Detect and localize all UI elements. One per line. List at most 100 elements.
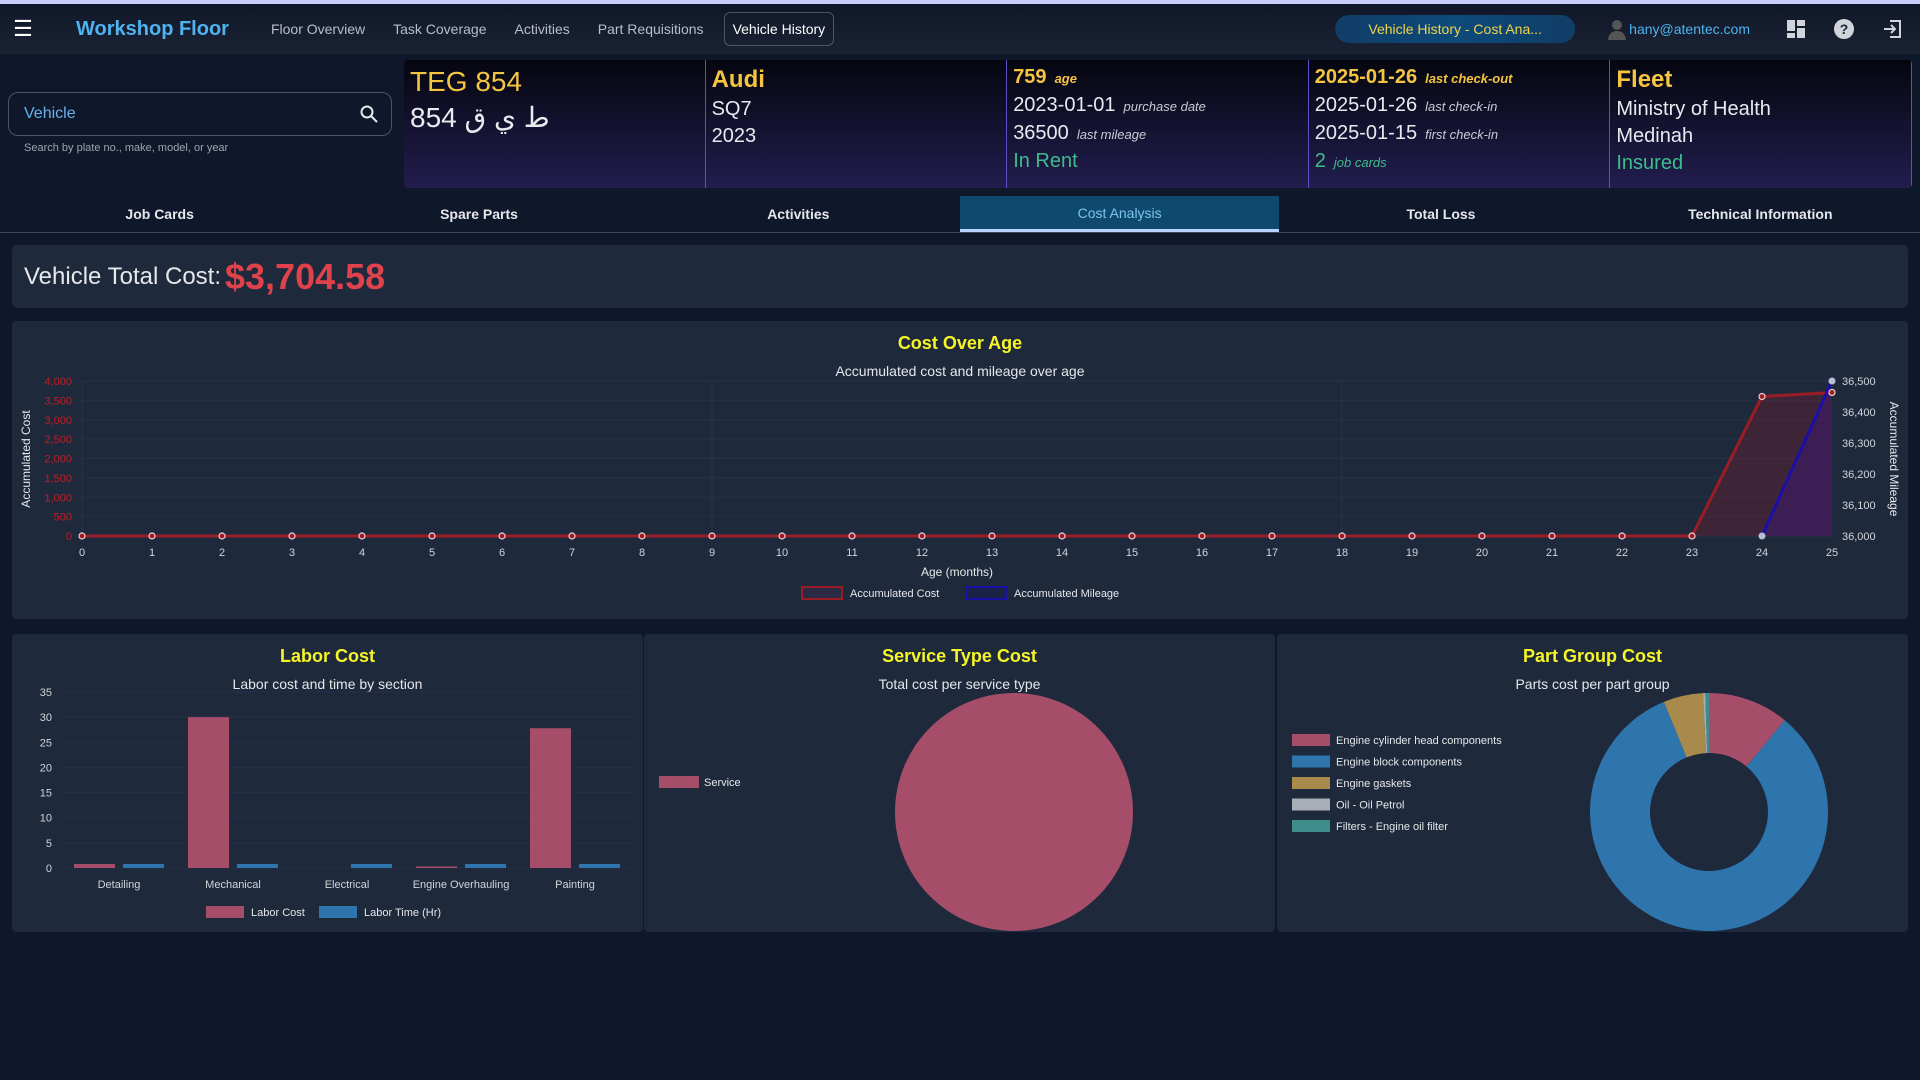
x-tick-label: 23 bbox=[1686, 547, 1698, 559]
x-tick-label: 16 bbox=[1196, 547, 1208, 559]
y-tick-label: 0 bbox=[46, 863, 52, 875]
nav-vehicle-history[interactable]: Vehicle History bbox=[723, 12, 835, 46]
cost-point bbox=[1408, 532, 1416, 540]
help-button[interactable]: ? bbox=[1824, 9, 1864, 49]
x-tick-label: Detailing bbox=[98, 879, 141, 891]
context-pill[interactable]: Vehicle History - Cost Ana... bbox=[1335, 15, 1576, 43]
cost-point bbox=[358, 532, 366, 540]
plate-english: TEG 854 bbox=[410, 66, 523, 97]
first-checkin-value: 2025-01-15 bbox=[1314, 122, 1418, 144]
last-checkout-label: last check-out bbox=[1425, 71, 1513, 86]
nav-activities[interactable]: Activities bbox=[507, 13, 578, 45]
x-tick-label: 18 bbox=[1336, 547, 1348, 559]
cost-point bbox=[778, 532, 786, 540]
y-tick-label: 1,000 bbox=[44, 492, 72, 504]
cost-point bbox=[988, 532, 996, 540]
x-tick-label: 20 bbox=[1476, 547, 1488, 559]
x-tick-label: 4 bbox=[359, 547, 365, 559]
job-cards-label: job cards bbox=[1333, 155, 1387, 170]
menu-button[interactable]: ☰ bbox=[0, 4, 46, 54]
cost-point bbox=[1828, 388, 1836, 397]
service-type-cost-chart: Service bbox=[659, 693, 1133, 931]
cost-point bbox=[1268, 532, 1276, 540]
legend-label: Engine cylinder head components bbox=[1336, 735, 1502, 747]
y-tick-label: 2,500 bbox=[44, 434, 72, 446]
bar-labor-time bbox=[123, 863, 164, 868]
y-tick-label: 35 bbox=[40, 687, 52, 699]
help-icon: ? bbox=[1834, 19, 1854, 39]
labor-cost-card: Labor Cost Labor cost and time by sectio… bbox=[12, 634, 643, 932]
nav-floor-overview[interactable]: Floor Overview bbox=[263, 13, 373, 45]
cost-point bbox=[1548, 532, 1556, 540]
tab-cost-analysis[interactable]: Cost Analysis bbox=[959, 196, 1280, 232]
y-tick-label: 4,000 bbox=[44, 376, 72, 388]
nav-part-requisitions[interactable]: Part Requisitions bbox=[590, 13, 712, 45]
first-checkin-row: 2025-01-15 first check-in bbox=[1315, 120, 1604, 148]
plate-column: TEG 854 854 ط ي ق bbox=[404, 60, 706, 188]
y2-tick-label: 36,500 bbox=[1842, 376, 1876, 388]
last-checkout-row: 2025-01-26 last check-out bbox=[1315, 64, 1604, 92]
cost-over-age-card: Cost Over Age Accumulated cost and milea… bbox=[12, 321, 1908, 619]
labor-cost-chart: 0 5 10 15 20 25 30 35 Detailing Mechanical Electri… bbox=[40, 687, 632, 919]
user-menu[interactable]: hany@atentec.com bbox=[1607, 18, 1750, 40]
x-tick-label: 6 bbox=[499, 547, 505, 559]
tab-activities[interactable]: Activities bbox=[639, 196, 958, 232]
brand-title[interactable]: Workshop Floor bbox=[76, 18, 229, 41]
navbar-right: Vehicle History - Cost Ana... hany@atent… bbox=[1335, 9, 1920, 49]
tab-technical-information[interactable]: Technical Information bbox=[1601, 196, 1920, 232]
bar-labor-cost bbox=[188, 717, 229, 868]
y-axis-title: Accumulated Cost bbox=[19, 410, 33, 508]
last-mileage-label: last mileage bbox=[1076, 127, 1147, 142]
x-tick-label: 8 bbox=[639, 547, 645, 559]
menu-icon: ☰ bbox=[13, 16, 33, 41]
vehicle-search-input[interactable] bbox=[24, 105, 359, 123]
y-tick-label: 10 bbox=[40, 813, 52, 825]
mileage-point bbox=[1828, 377, 1836, 385]
cost-point bbox=[288, 532, 296, 540]
bar-labor-cost bbox=[74, 863, 115, 868]
y2-tick-label: 36,400 bbox=[1842, 407, 1876, 419]
purchase-date-value: 2023-01-01 bbox=[1013, 94, 1116, 116]
vehicle-search: Search by plate no., make, model, or yea… bbox=[8, 92, 392, 154]
cost-point bbox=[218, 532, 226, 540]
x-axis-title: Age (months) bbox=[921, 565, 993, 579]
checkin-column: 2025-01-26 last check-out 2025-01-26 last … bbox=[1308, 60, 1611, 188]
user-icon bbox=[1608, 20, 1627, 40]
cost-point bbox=[1338, 532, 1346, 540]
search-icon[interactable] bbox=[359, 104, 379, 124]
dashboard-button[interactable] bbox=[1776, 9, 1816, 49]
cost-point bbox=[1058, 532, 1066, 540]
tab-spare-parts[interactable]: Spare Parts bbox=[319, 196, 638, 232]
total-cost-value: $3,704.58 bbox=[225, 255, 386, 297]
cost-point bbox=[638, 532, 646, 540]
cost-point bbox=[1758, 392, 1766, 401]
nav-task-coverage[interactable]: Task Coverage bbox=[385, 13, 494, 45]
cost-point bbox=[1128, 532, 1136, 540]
vehicle-make: Audi bbox=[711, 66, 765, 93]
part-group-cost-chart: Engine cylinder head components Engine bl… bbox=[1292, 693, 1828, 931]
x-tick-label: 11 bbox=[846, 547, 857, 559]
legend-swatch bbox=[1292, 820, 1330, 832]
tab-total-loss[interactable]: Total Loss bbox=[1281, 196, 1600, 232]
service-type-cost-card: Service Type Cost Total cost per service… bbox=[644, 634, 1275, 932]
vehicle-info-strip: TEG 854 854 ط ي ق Audi SQ7 2023 759 age 2… bbox=[404, 60, 1912, 188]
y-tick-label: 30 bbox=[40, 712, 52, 724]
part-group-cost-card: Part Group Cost Parts cost per part grou… bbox=[1277, 634, 1908, 932]
tab-job-cards[interactable]: Job Cards bbox=[0, 196, 319, 232]
cost-point bbox=[848, 532, 856, 540]
cost-line bbox=[82, 390, 1833, 538]
x-tick-label: 9 bbox=[709, 547, 715, 559]
plate-arabic: 854 ط ي ق bbox=[410, 102, 550, 133]
legend-swatch bbox=[1292, 734, 1330, 746]
legend-swatch-cost bbox=[801, 586, 843, 600]
x-tick-label: Painting bbox=[555, 879, 595, 891]
y2-tick-label: 36,300 bbox=[1842, 438, 1876, 450]
x-tick-label: 3 bbox=[289, 547, 295, 559]
mileage-point bbox=[1758, 532, 1766, 540]
logout-button[interactable] bbox=[1872, 9, 1912, 49]
y2-tick-label: 36,200 bbox=[1842, 469, 1876, 481]
job-cards-row[interactable]: 2 job cards bbox=[1315, 148, 1604, 176]
last-mileage-row: 36500 last mileage bbox=[1013, 120, 1302, 148]
user-email: hany@atentec.com bbox=[1629, 21, 1750, 37]
make-model-column: Audi SQ7 2023 bbox=[705, 60, 1008, 188]
